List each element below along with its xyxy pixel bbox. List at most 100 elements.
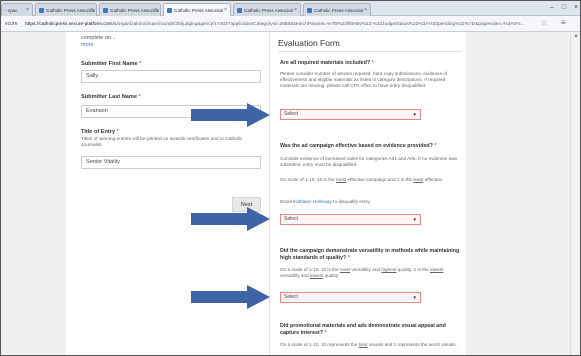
required-mark: * — [324, 330, 327, 336]
first-name-label-text: Submitter First Name — [81, 61, 138, 67]
scale-text: worst visuals. — [428, 342, 457, 347]
scale-text: On scale of 1-10, 10 is the — [280, 177, 337, 182]
scale-emphasis: lowest — [430, 267, 444, 272]
scale-emphasis: most — [336, 177, 347, 182]
select-value: Select — [284, 111, 298, 117]
browser-tab-active[interactable]: Catholic Press Associati × — [163, 3, 231, 16]
title-field[interactable]: Senior Vitality — [81, 156, 261, 169]
note-text: to disqualify entry. — [331, 199, 371, 204]
question-1-text: Are all required materials included? — [280, 60, 371, 66]
arrow-pointer-icon — [191, 103, 270, 127]
question-4: Did promotional materials and ads demons… — [280, 323, 463, 337]
first-name-field[interactable]: Sally — [81, 70, 261, 83]
title-label-text: Title of Entry — [81, 129, 116, 135]
close-icon[interactable]: × — [294, 7, 297, 13]
tab-label: Catholic Press Associati — [110, 7, 160, 13]
last-name-label: Submitter Last Name * — [81, 94, 141, 100]
browser-tab[interactable]: - cpac × — [1, 3, 33, 16]
scale-text: On a scale of 1-10, 10 represents the — [280, 342, 359, 347]
question-3-text: Did the campaign demonstrate versatility… — [280, 248, 460, 261]
scale-text: versatility and — [350, 267, 382, 272]
security-label: ecure — [5, 21, 18, 27]
tab-label: Catholic Press Associati — [244, 7, 294, 13]
select-value: Select — [284, 216, 298, 222]
tab-label: Catholic Press Associati — [46, 7, 96, 13]
scale-text: effective. — [423, 177, 444, 182]
question-2-text: Was the ad campaign effective based on e… — [280, 143, 433, 149]
first-name-label: Submitter First Name * — [81, 61, 141, 67]
question-4-text: Did promotional materials and ads demons… — [280, 323, 446, 336]
favicon-icon — [307, 8, 312, 13]
screenshot-frame: - cpac × Catholic Press Associati × Cath… — [0, 0, 581, 356]
close-icon[interactable]: × — [90, 7, 93, 13]
question-2-select[interactable]: Select ▼ — [280, 214, 421, 225]
minimize-icon[interactable]: – — [546, 1, 558, 14]
scale-text: quality. 1 is the — [396, 267, 431, 272]
url-path: /a/organizations/main/rounds/25/judginga… — [112, 22, 525, 27]
title-divider — [278, 51, 462, 52]
truncated-description: complete an... — [81, 35, 116, 41]
title-help-text: Titles of winning entries will be printe… — [81, 137, 243, 148]
browser-tab[interactable]: Catholic Press Associati × — [233, 3, 301, 16]
question-3: Did the campaign demonstrate versatility… — [280, 248, 463, 262]
scale-emphasis: highest — [381, 267, 397, 272]
close-window-icon[interactable]: × — [570, 1, 580, 14]
scale-emphasis: most — [339, 267, 351, 272]
favicon-icon — [103, 8, 108, 13]
chevron-down-icon: ▼ — [412, 217, 417, 222]
scale-emphasis: least — [413, 177, 424, 182]
scale-text: effective campaign and 1 is the — [346, 177, 414, 182]
favicon-icon — [167, 8, 172, 13]
maximize-icon[interactable]: □ — [558, 1, 570, 14]
question-3-select[interactable]: Select ▼ — [280, 292, 421, 303]
required-mark: * — [347, 255, 350, 261]
question-1-select[interactable]: Select ▼ — [280, 109, 421, 120]
title-label: Title of Entry * — [81, 129, 119, 135]
required-mark: * — [371, 60, 374, 66]
arrow-pointer-icon — [191, 207, 270, 231]
scale-emphasis: best — [358, 342, 368, 347]
evaluation-form-title: Evaluation Form — [278, 38, 340, 48]
required-mark: * — [139, 61, 142, 67]
browser-menu-icon[interactable]: ≡ — [561, 18, 566, 27]
tab-label: Catholic Press Associati — [314, 7, 364, 13]
required-mark: * — [434, 143, 437, 149]
address-bar: ecure https://catholicpress.secure-platf… — [1, 16, 580, 32]
more-link[interactable]: more — [81, 42, 94, 48]
close-icon[interactable]: × — [26, 7, 29, 13]
close-icon[interactable]: × — [224, 7, 227, 13]
required-mark: * — [138, 94, 141, 100]
scroll-up-icon[interactable]: ▲ — [573, 33, 579, 39]
favicon-icon — [237, 8, 242, 13]
scale-text: quality. — [323, 273, 340, 278]
question-1-description: Please consider number of articles requi… — [280, 71, 448, 88]
url-field[interactable]: https://catholicpress.secure-platform.co… — [25, 20, 535, 29]
tab-label: - cpac — [5, 7, 18, 13]
question-1: Are all required materials included? * — [280, 60, 463, 67]
question-4-scale: On a scale of 1-10, 10 represents the be… — [280, 342, 462, 348]
question-3-scale: On a scale of 1-10, 10 is the most versa… — [280, 267, 462, 279]
browser-tab[interactable]: Catholic Press Associati × — [99, 3, 161, 16]
scale-text: On a scale of 1-10, 10 is the — [280, 267, 340, 272]
email-link[interactable]: Kathleen Holloway — [293, 199, 332, 204]
bookmark-star-icon[interactable]: ☆ — [541, 19, 547, 27]
window-controls: – □ × — [546, 1, 580, 14]
question-2: Was the ad campaign effective based on e… — [280, 143, 463, 150]
browser-tab[interactable]: Catholic Press Associati × — [35, 3, 97, 16]
question-2-description: Consider evidence of increased sales for… — [280, 156, 457, 167]
browser-tab[interactable]: Catholic Press Associati × — [303, 3, 371, 16]
close-icon[interactable]: × — [154, 7, 157, 13]
disqualify-note: Email Kathleen Holloway to disqualify en… — [280, 199, 462, 205]
url-host: https://catholicpress.secure-platform.co… — [25, 22, 113, 27]
tab-label: Catholic Press Associati — [174, 7, 224, 13]
scale-text: visuals and 1 represents the — [367, 342, 429, 347]
required-mark: * — [116, 129, 119, 135]
scale-text: versatility and — [280, 273, 310, 278]
page-scrollbar[interactable]: ▲ — [570, 32, 580, 355]
browser-tab-strip: - cpac × Catholic Press Associati × Cath… — [1, 1, 580, 16]
arrow-pointer-icon — [191, 285, 270, 309]
last-name-label-text: Submitter Last Name — [81, 94, 137, 100]
close-icon[interactable]: × — [364, 7, 367, 13]
chevron-down-icon: ▼ — [412, 112, 417, 117]
favicon-icon — [39, 8, 44, 13]
